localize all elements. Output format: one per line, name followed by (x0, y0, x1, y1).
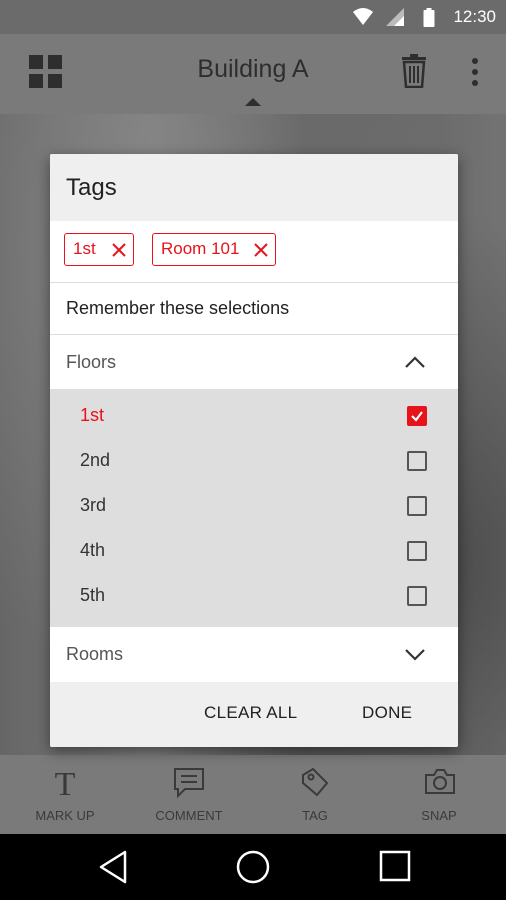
back-icon[interactable] (97, 850, 129, 884)
tag-chip[interactable]: 1st (64, 233, 134, 266)
list-item-label: 4th (80, 540, 106, 560)
rooms-header-label: Rooms (66, 644, 124, 664)
status-bar: 12:30 (0, 0, 506, 34)
checkbox[interactable] (407, 541, 427, 561)
tags-dialog: Tags 1st Room 101 Remember these selecti… (50, 154, 458, 747)
floors-header-label: Floors (66, 352, 117, 372)
wifi-icon (353, 8, 373, 25)
close-icon[interactable] (253, 242, 269, 258)
chevron-down-icon (405, 649, 425, 661)
floors-section-header[interactable]: Floors (50, 335, 458, 390)
remember-selections-option[interactable]: Remember these selections (66, 298, 289, 319)
app-bar: Building A (0, 34, 506, 114)
comment-label: COMMENT (155, 808, 223, 823)
clock: 12:30 (453, 7, 496, 26)
floor-item-4th[interactable]: 4th (50, 529, 458, 574)
bottom-toolbar: T MARK UP COMMENT TAG SNAP (0, 755, 506, 834)
camera-icon (425, 769, 455, 794)
checkbox[interactable] (407, 406, 427, 426)
chevron-up-icon (405, 356, 425, 368)
battery-icon (423, 8, 435, 27)
dialog-header: Tags (50, 154, 458, 221)
tag-label: TAG (302, 808, 328, 823)
tag-chip-label: 1st (73, 239, 96, 258)
recents-icon[interactable] (379, 850, 411, 884)
tag-chip[interactable]: Room 101 (152, 233, 276, 266)
tag-icon (302, 767, 329, 797)
more-icon[interactable] (466, 56, 484, 88)
floor-item-1st[interactable]: 1st (50, 394, 458, 439)
tag-chip-label: Room 101 (161, 239, 240, 258)
checkbox[interactable] (407, 496, 427, 516)
checkbox[interactable] (407, 586, 427, 606)
home-icon[interactable] (235, 850, 271, 886)
comment-icon (174, 768, 204, 799)
page-title[interactable]: Building A (0, 55, 506, 84)
dialog-actions: CLEAR ALL DONE (50, 682, 458, 747)
list-item-label: 5th (80, 585, 106, 605)
floor-item-3rd[interactable]: 3rd (50, 484, 458, 529)
tag-button[interactable]: TAG (252, 755, 378, 834)
caret-up-icon (245, 98, 261, 106)
snap-label: SNAP (421, 808, 457, 823)
trash-icon[interactable] (400, 54, 428, 88)
list-item-label: 1st (80, 405, 105, 425)
text-icon: T (55, 766, 76, 801)
clear-all-button[interactable]: CLEAR ALL (204, 703, 297, 723)
snap-button[interactable]: SNAP (376, 755, 502, 834)
selected-tags: 1st Room 101 (50, 221, 458, 283)
svg-text:T: T (55, 766, 76, 801)
dialog-title: Tags (66, 174, 117, 201)
comment-button[interactable]: COMMENT (126, 755, 252, 834)
list-item-label: 3rd (80, 495, 107, 515)
list-item-label: 2nd (80, 450, 111, 470)
done-button[interactable]: DONE (362, 703, 412, 723)
floor-item-2nd[interactable]: 2nd (50, 439, 458, 484)
close-icon[interactable] (111, 242, 127, 258)
rooms-section-header[interactable]: Rooms (50, 627, 458, 682)
floors-list: 1st 2nd 3rd 4th 5th (50, 389, 458, 627)
signal-icon (386, 8, 404, 26)
navigation-bar (0, 834, 506, 900)
checkbox[interactable] (407, 451, 427, 471)
markup-button[interactable]: T MARK UP (2, 755, 128, 834)
floor-item-5th[interactable]: 5th (50, 574, 458, 619)
markup-label: MARK UP (35, 808, 95, 823)
checkmark-icon (411, 411, 423, 422)
